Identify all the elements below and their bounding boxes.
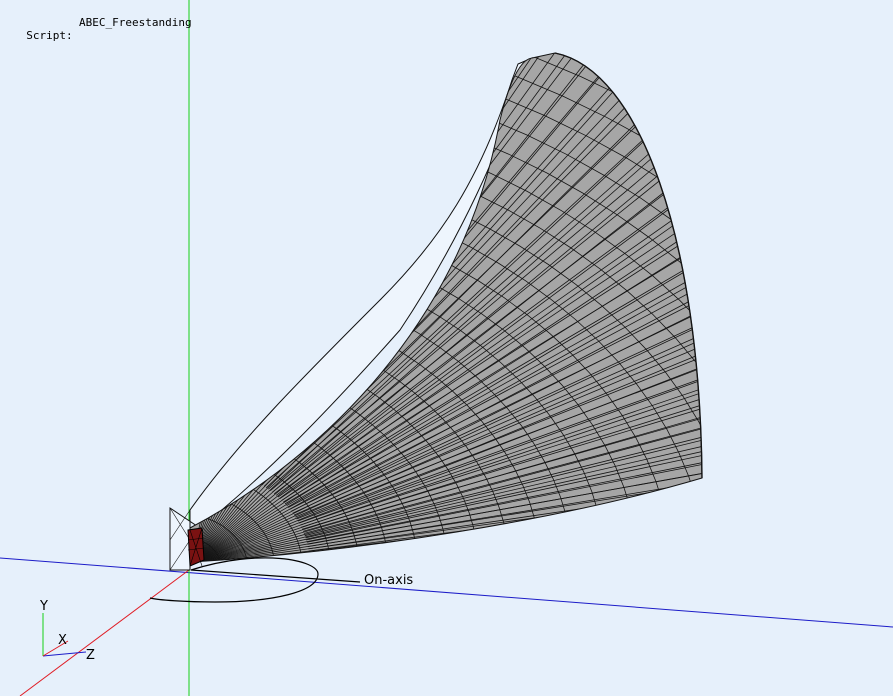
triad-y-label: Y	[39, 599, 48, 614]
triad-x-label: X	[58, 633, 67, 648]
orientation-triad: Y X Z	[39, 599, 95, 663]
script-name: ABEC_Freestanding	[79, 16, 192, 29]
z-axis-line	[19, 569, 190, 696]
script-label: Script:	[26, 29, 73, 42]
3d-viewport[interactable]: On-axis Y X Z	[0, 0, 893, 696]
script-info: Script: ABEC_Freestanding	[13, 16, 191, 55]
triad-z-label: Z	[86, 648, 95, 663]
on-axis-label: On-axis	[364, 573, 413, 588]
x-axis-line	[0, 557, 893, 628]
